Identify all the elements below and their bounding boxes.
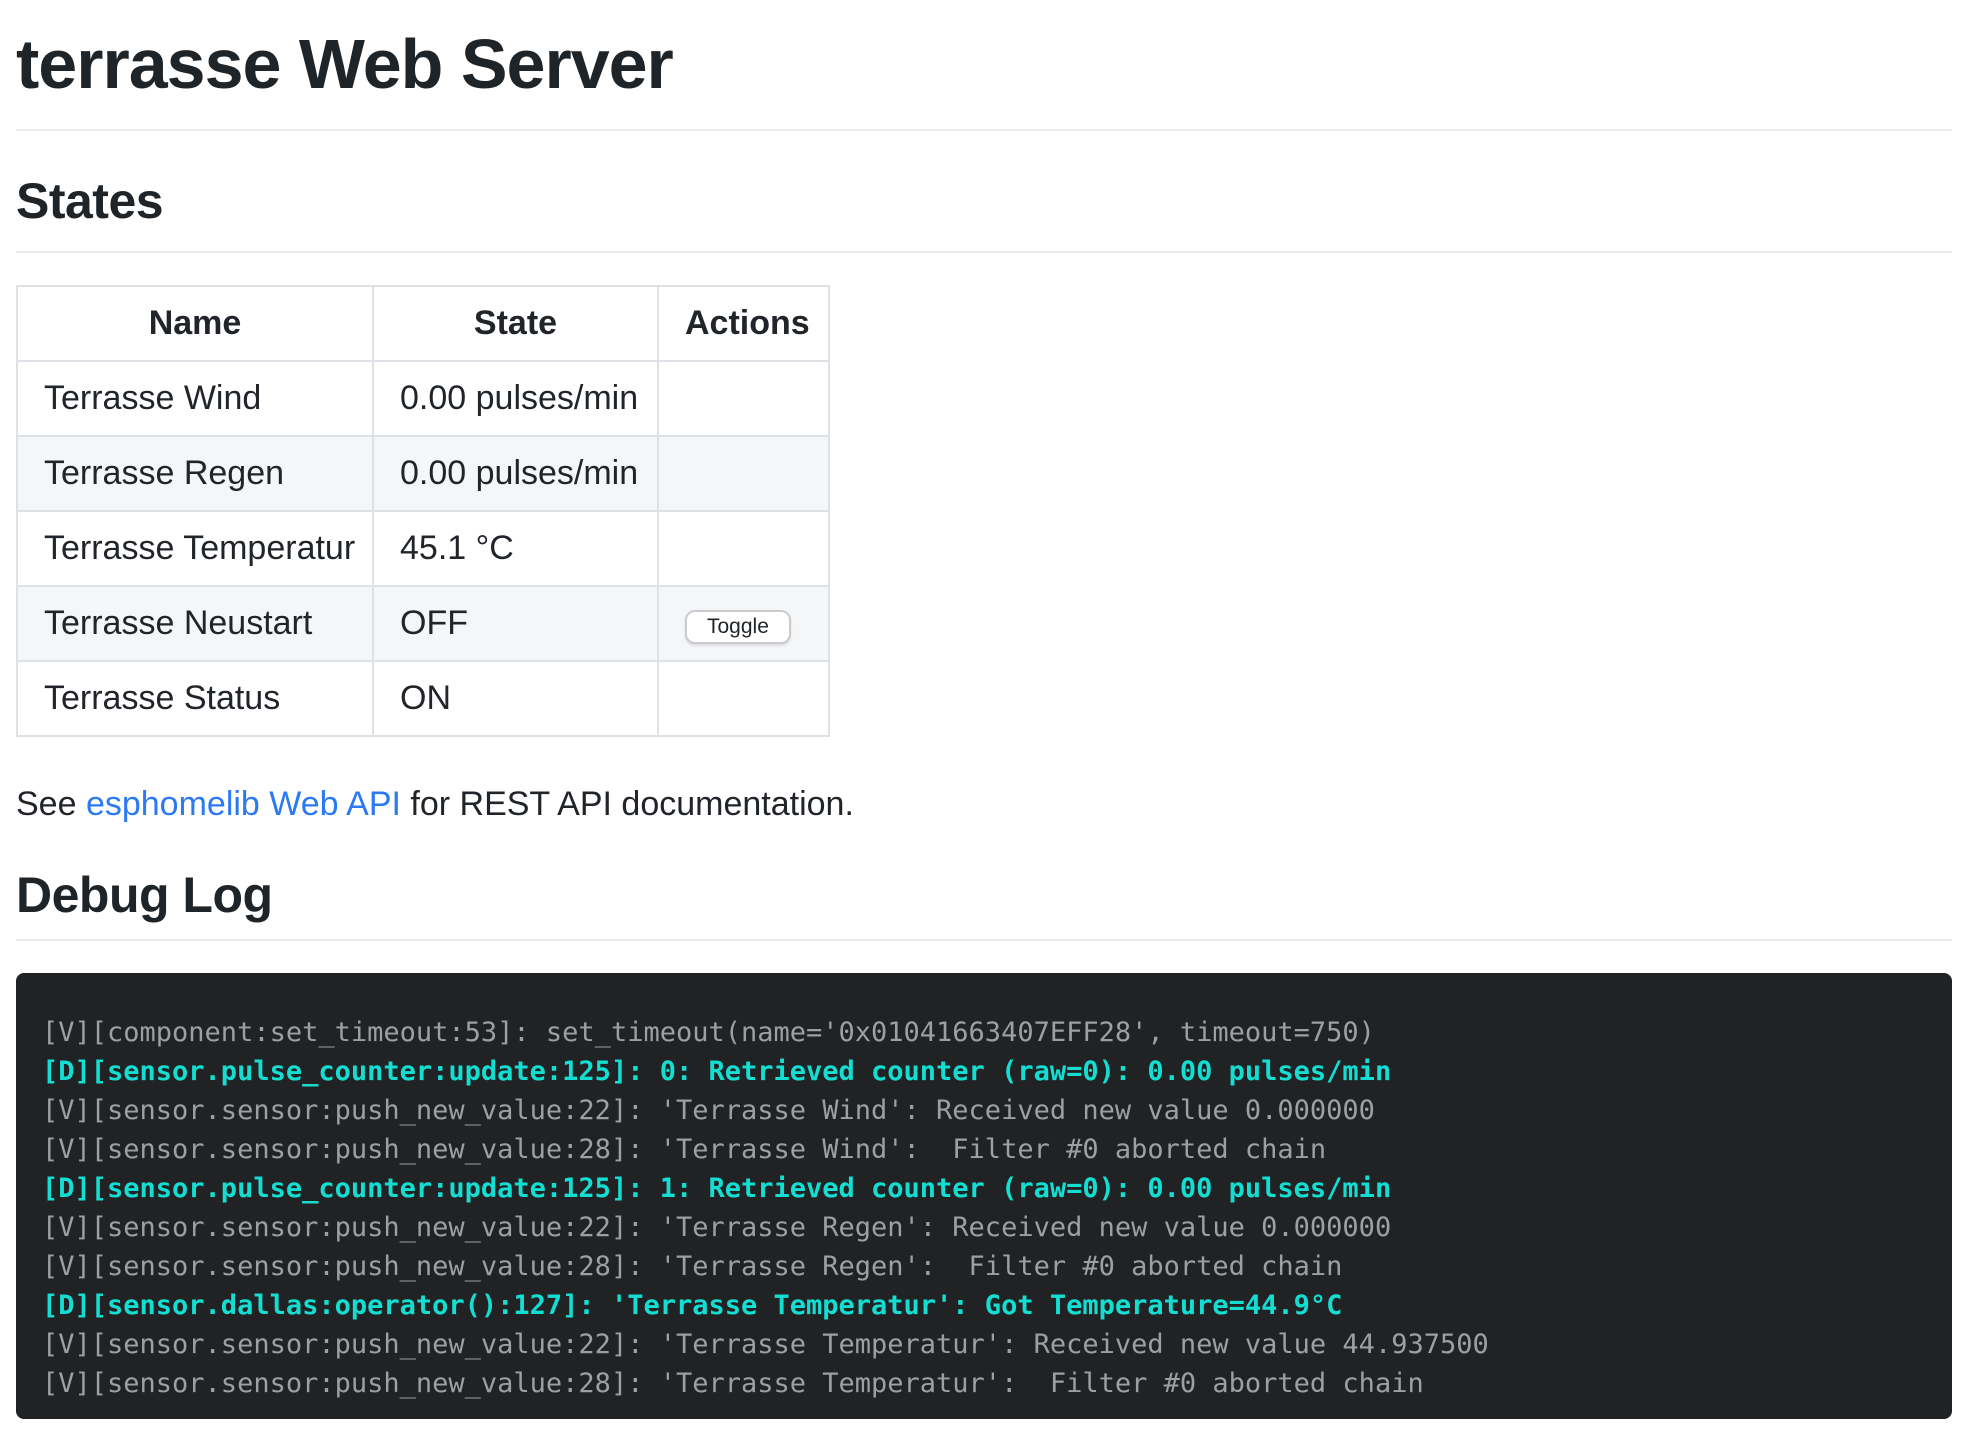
cell-name: Terrasse Temperatur	[17, 511, 373, 586]
log-line: [D][sensor.dallas:operator():127]: 'Terr…	[42, 1286, 1922, 1325]
cell-state: 0.00 pulses/min	[373, 436, 658, 511]
api-note: See esphomelib Web API for REST API docu…	[16, 783, 1952, 826]
states-section-heading: States	[16, 171, 1952, 231]
cell-actions: Toggle	[658, 586, 829, 661]
cell-actions	[658, 436, 829, 511]
log-line: [V][sensor.sensor:push_new_value:22]: 'T…	[42, 1091, 1922, 1130]
cell-actions	[658, 511, 829, 586]
debug-log-panel: [V][component:set_timeout:53]: set_timeo…	[16, 973, 1952, 1419]
cell-name: Terrasse Wind	[17, 361, 373, 436]
table-header-row: Name State Actions	[17, 286, 829, 361]
column-header-actions: Actions	[658, 286, 829, 361]
column-header-name: Name	[17, 286, 373, 361]
page-title: terrasse Web Server	[16, 24, 1952, 105]
table-row: Terrasse Temperatur 45.1 °C	[17, 511, 829, 586]
esphomelib-web-api-link[interactable]: esphomelib Web API	[86, 785, 401, 823]
log-line: [V][sensor.sensor:push_new_value:28]: 'T…	[42, 1247, 1922, 1286]
cell-name: Terrasse Neustart	[17, 586, 373, 661]
toggle-button[interactable]: Toggle	[685, 610, 791, 644]
divider	[16, 251, 1952, 253]
cell-actions	[658, 661, 829, 736]
log-line: [V][sensor.sensor:push_new_value:28]: 'T…	[42, 1130, 1922, 1169]
api-note-prefix: See	[16, 785, 86, 823]
cell-state: OFF	[373, 586, 658, 661]
api-note-suffix: for REST API documentation.	[401, 785, 854, 823]
divider	[16, 129, 1952, 131]
cell-state: ON	[373, 661, 658, 736]
log-line: [D][sensor.pulse_counter:update:125]: 1:…	[42, 1169, 1922, 1208]
log-line: [V][sensor.sensor:push_new_value:28]: 'T…	[42, 1364, 1922, 1403]
states-table: Name State Actions Terrasse Wind 0.00 pu…	[16, 285, 830, 737]
cell-name: Terrasse Status	[17, 661, 373, 736]
cell-state: 45.1 °C	[373, 511, 658, 586]
log-line: [V][sensor.sensor:push_new_value:22]: 'T…	[42, 1208, 1922, 1247]
log-line: [V][component:set_timeout:53]: set_timeo…	[42, 1013, 1922, 1052]
column-header-state: State	[373, 286, 658, 361]
cell-state: 0.00 pulses/min	[373, 361, 658, 436]
log-line: [V][sensor.sensor:push_new_value:22]: 'T…	[42, 1325, 1922, 1364]
divider	[16, 939, 1952, 941]
cell-actions	[658, 361, 829, 436]
debug-log-section-heading: Debug Log	[16, 865, 1952, 925]
cell-name: Terrasse Regen	[17, 436, 373, 511]
table-row: Terrasse Status ON	[17, 661, 829, 736]
log-line: [D][sensor.pulse_counter:update:125]: 0:…	[42, 1052, 1922, 1091]
table-row: Terrasse Neustart OFF Toggle	[17, 586, 829, 661]
table-row: Terrasse Regen 0.00 pulses/min	[17, 436, 829, 511]
table-row: Terrasse Wind 0.00 pulses/min	[17, 361, 829, 436]
